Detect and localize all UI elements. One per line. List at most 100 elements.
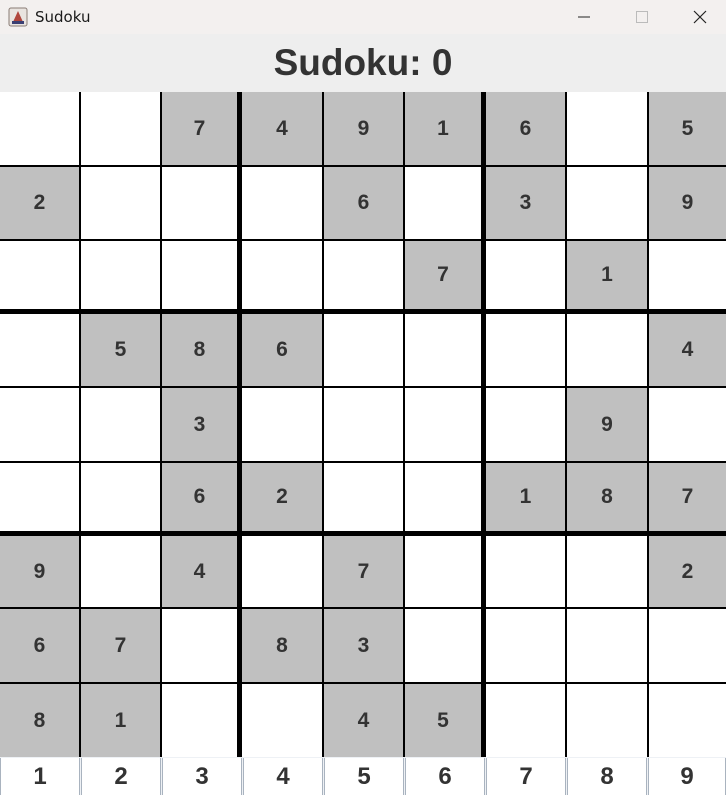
maximize-icon xyxy=(636,11,648,23)
board-cell[interactable] xyxy=(162,684,237,757)
board-cell[interactable]: 4 xyxy=(242,92,322,165)
board-cell[interactable] xyxy=(0,463,79,531)
number-button-1[interactable]: 1 xyxy=(0,758,80,795)
board-cell[interactable]: 2 xyxy=(242,463,322,531)
board-cell[interactable] xyxy=(0,92,79,165)
board-cell[interactable]: 5 xyxy=(405,684,481,757)
number-button-9[interactable]: 9 xyxy=(648,758,726,795)
number-button-8[interactable]: 8 xyxy=(567,758,647,795)
board-cell[interactable] xyxy=(324,463,403,531)
board-cell[interactable]: 7 xyxy=(324,536,403,607)
board-cell[interactable] xyxy=(162,241,237,309)
window-title: Sudoku xyxy=(35,8,91,26)
board-cell[interactable]: 9 xyxy=(567,388,647,461)
board-cell[interactable]: 4 xyxy=(162,536,237,607)
board-cell[interactable] xyxy=(567,536,647,607)
board-cell[interactable]: 5 xyxy=(649,92,726,165)
board-cell[interactable] xyxy=(242,388,322,461)
board-cell[interactable]: 7 xyxy=(81,609,160,682)
board-cell[interactable]: 1 xyxy=(486,463,565,531)
board-cell[interactable] xyxy=(81,167,160,239)
board-cell[interactable] xyxy=(81,388,160,461)
board-cell[interactable] xyxy=(486,536,565,607)
board-cell[interactable] xyxy=(324,241,403,309)
close-icon xyxy=(693,10,707,24)
board-cell[interactable] xyxy=(242,536,322,607)
java-app-icon xyxy=(8,7,28,27)
title-bar: Sudoku xyxy=(0,0,726,34)
board-cell[interactable] xyxy=(81,92,160,165)
board-cell[interactable] xyxy=(242,241,322,309)
board-cell[interactable] xyxy=(162,167,237,239)
board-cell[interactable]: 2 xyxy=(649,536,726,607)
board-cell[interactable]: 8 xyxy=(162,314,237,386)
number-button-7[interactable]: 7 xyxy=(486,758,566,795)
board-cell[interactable] xyxy=(649,609,726,682)
board-cell[interactable] xyxy=(405,314,481,386)
board-cell[interactable]: 3 xyxy=(324,609,403,682)
board-cell[interactable] xyxy=(567,314,647,386)
board-cell[interactable] xyxy=(486,684,565,757)
close-button[interactable] xyxy=(672,0,726,34)
board-cell[interactable] xyxy=(486,314,565,386)
board-cell[interactable] xyxy=(649,684,726,757)
board-cell[interactable]: 6 xyxy=(242,314,322,386)
board-cell[interactable] xyxy=(324,314,403,386)
board-cell[interactable] xyxy=(405,388,481,461)
board-cell[interactable] xyxy=(405,609,481,682)
number-button-2[interactable]: 2 xyxy=(81,758,161,795)
board-cell[interactable]: 7 xyxy=(162,92,237,165)
board-cell[interactable]: 4 xyxy=(324,684,403,757)
score-title: Sudoku: 0 xyxy=(273,42,453,83)
board-cell[interactable] xyxy=(405,167,481,239)
board-cell[interactable]: 6 xyxy=(324,167,403,239)
board-cell[interactable] xyxy=(567,92,647,165)
board-cell[interactable]: 4 xyxy=(649,314,726,386)
board-cell[interactable] xyxy=(324,388,403,461)
board-cell[interactable] xyxy=(81,241,160,309)
board-cell[interactable] xyxy=(0,241,79,309)
board-cell[interactable]: 5 xyxy=(81,314,160,386)
board-cell[interactable] xyxy=(405,463,481,531)
minimize-icon xyxy=(578,16,590,18)
board-cell[interactable] xyxy=(242,684,322,757)
board-cell[interactable]: 9 xyxy=(324,92,403,165)
board-cell[interactable] xyxy=(242,167,322,239)
board-cell[interactable]: 9 xyxy=(0,536,79,607)
board-cell[interactable] xyxy=(81,463,160,531)
board-cell[interactable] xyxy=(0,388,79,461)
board-cell[interactable]: 8 xyxy=(242,609,322,682)
board-cell[interactable] xyxy=(486,241,565,309)
board-cell[interactable]: 6 xyxy=(486,92,565,165)
board-cell[interactable]: 3 xyxy=(162,388,237,461)
board-cell[interactable]: 7 xyxy=(405,241,481,309)
board-cell[interactable]: 1 xyxy=(81,684,160,757)
board-cell[interactable] xyxy=(486,609,565,682)
board-cell[interactable] xyxy=(567,684,647,757)
board-cell[interactable] xyxy=(649,241,726,309)
board-cell[interactable] xyxy=(162,609,237,682)
board-cell[interactable]: 6 xyxy=(162,463,237,531)
board-cell[interactable]: 8 xyxy=(567,463,647,531)
number-button-5[interactable]: 5 xyxy=(324,758,404,795)
minimize-button[interactable] xyxy=(556,0,612,34)
board-cell[interactable]: 6 xyxy=(0,609,79,682)
board-cell[interactable]: 3 xyxy=(486,167,565,239)
board-cell[interactable] xyxy=(567,609,647,682)
board-cell[interactable]: 9 xyxy=(649,167,726,239)
board-cell[interactable]: 2 xyxy=(0,167,79,239)
board-cell[interactable]: 1 xyxy=(405,92,481,165)
board-cell[interactable] xyxy=(567,167,647,239)
board-cell[interactable] xyxy=(81,536,160,607)
number-button-3[interactable]: 3 xyxy=(162,758,242,795)
board-cell[interactable]: 7 xyxy=(649,463,726,531)
number-button-4[interactable]: 4 xyxy=(243,758,323,795)
maximize-button[interactable] xyxy=(614,0,670,34)
number-button-6[interactable]: 6 xyxy=(405,758,485,795)
board-cell[interactable] xyxy=(0,314,79,386)
board-cell[interactable]: 8 xyxy=(0,684,79,757)
board-cell[interactable] xyxy=(486,388,565,461)
board-cell[interactable]: 1 xyxy=(567,241,647,309)
board-cell[interactable] xyxy=(649,388,726,461)
board-cell[interactable] xyxy=(405,536,481,607)
